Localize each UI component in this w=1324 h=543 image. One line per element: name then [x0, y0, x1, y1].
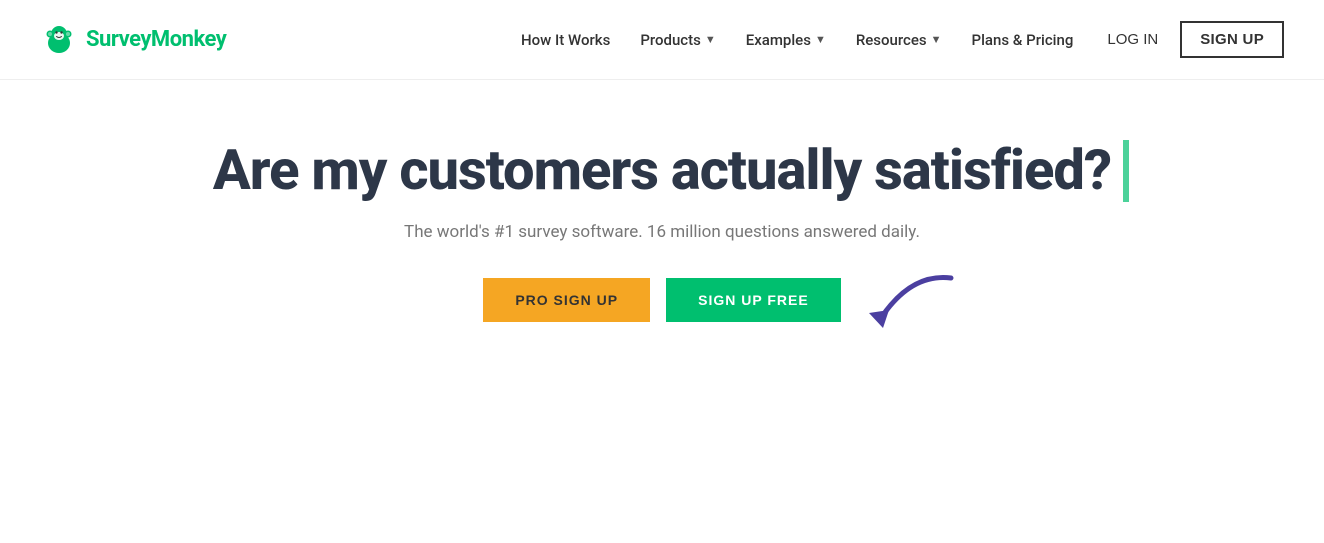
resources-dropdown-icon: ▼: [931, 33, 942, 46]
nav-item-products[interactable]: Products ▼: [628, 23, 727, 57]
pro-signup-button[interactable]: PRO SIGN UP: [483, 278, 650, 322]
hero-subtitle: The world's #1 survey software. 16 milli…: [404, 222, 920, 242]
nav-item-how-it-works[interactable]: How It Works: [509, 23, 622, 57]
hero-cta-group: PRO SIGN UP SIGN UP FREE: [483, 278, 840, 322]
free-signup-button[interactable]: SIGN UP FREE: [666, 278, 841, 322]
logo[interactable]: SurveyMonkey: [40, 21, 226, 59]
products-dropdown-icon: ▼: [705, 33, 716, 46]
arrow-icon: [851, 268, 971, 348]
login-button[interactable]: LOG IN: [1091, 23, 1174, 56]
title-accent-bar: [1123, 140, 1129, 202]
header: SurveyMonkey How It Works Products ▼ Exa…: [0, 0, 1324, 80]
nav-item-resources[interactable]: Resources ▼: [844, 23, 954, 57]
nav-item-plans-pricing[interactable]: Plans & Pricing: [960, 23, 1086, 57]
brand-name: SurveyMonkey: [86, 27, 226, 52]
arrow-decoration: [851, 268, 971, 348]
hero-title: Are my customers actually satisfied?: [213, 140, 1111, 202]
logo-icon: [40, 21, 78, 59]
signup-nav-button[interactable]: SIGN UP: [1180, 21, 1284, 58]
hero-section: Are my customers actually satisfied? The…: [0, 80, 1324, 362]
nav-item-examples[interactable]: Examples ▼: [734, 23, 838, 57]
examples-dropdown-icon: ▼: [815, 33, 826, 46]
main-nav: How It Works Products ▼ Examples ▼ Resou…: [509, 21, 1284, 58]
